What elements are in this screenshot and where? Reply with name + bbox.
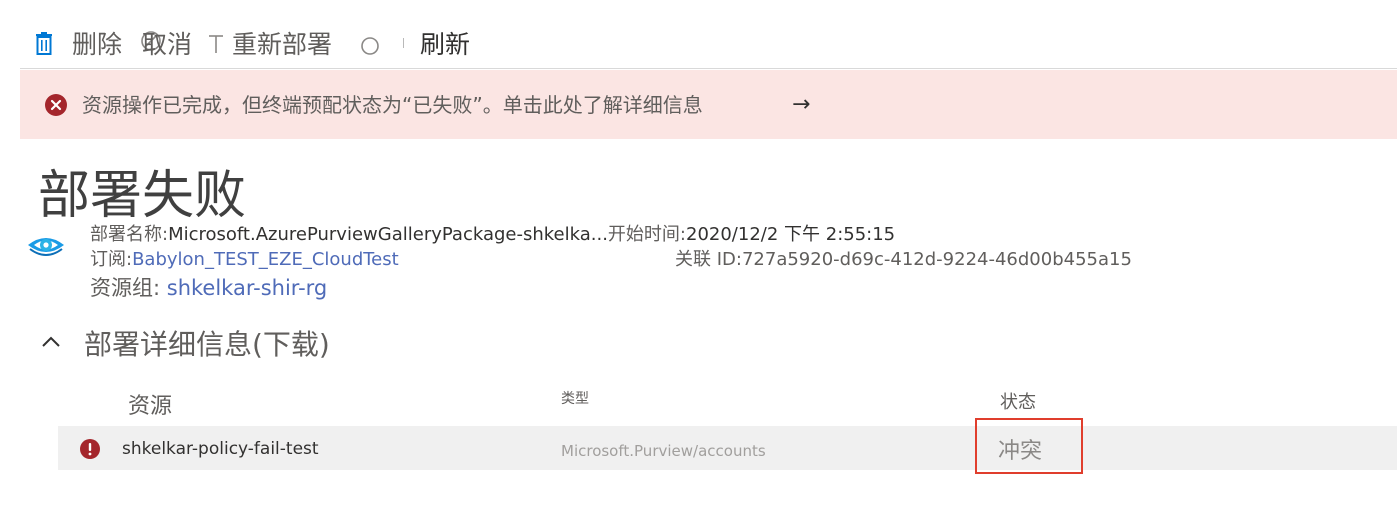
- redeploy-button[interactable]: 重新部署: [232, 28, 332, 62]
- deployment-name-label: 部署名称:: [90, 224, 169, 245]
- deployment-icon: [26, 229, 66, 261]
- start-time-label: 开始时间:: [607, 224, 686, 245]
- resource-group-link[interactable]: shkelkar-shir-rg: [167, 276, 328, 300]
- cancel-button[interactable]: 取消: [142, 28, 192, 62]
- banner-message[interactable]: 资源操作已完成，但终端预配状态为“已失败”。单击此处了解详细信息: [82, 90, 703, 120]
- column-header-status: 状态: [1000, 392, 1036, 413]
- page-title: 部署失败: [38, 166, 247, 226]
- resource-group-label: 资源组:: [90, 276, 161, 300]
- arrow-right-icon[interactable]: →: [792, 90, 810, 120]
- delete-icon[interactable]: [34, 32, 54, 56]
- correlation-id-value: 727a5920-d69c-412d-9224-46d00b455a15: [741, 249, 1132, 270]
- chevron-up-icon[interactable]: [40, 333, 62, 349]
- error-icon: [45, 94, 67, 116]
- error-badge-icon: [80, 439, 100, 459]
- deployment-name-row: 部署名称:Microsoft.AzurePurviewGalleryPackag…: [90, 223, 895, 247]
- deployment-details-header[interactable]: 部署详细信息(下载): [84, 325, 330, 365]
- deployment-name-value: Microsoft.AzurePurviewGalleryPackage-shk…: [168, 224, 608, 245]
- toolbar-divider: [20, 68, 1397, 69]
- delete-button[interactable]: 删除: [72, 28, 122, 62]
- status-highlight-box: [975, 418, 1083, 474]
- correlation-id-label: 关联 ID:: [675, 249, 742, 270]
- refresh-icon[interactable]: [360, 36, 380, 56]
- toolbar-separator: [403, 38, 404, 48]
- subscription-link[interactable]: Babylon_TEST_EZE_CloudTest: [132, 249, 399, 270]
- resource-type: Microsoft.Purview/accounts: [561, 442, 766, 460]
- correlation-id-row: 关联 ID:727a5920-d69c-412d-9224-46d00b455a…: [675, 248, 1132, 272]
- resource-group-row: 资源组: shkelkar-shir-rg: [90, 273, 327, 303]
- subscription-row: 订阅:Babylon_TEST_EZE_CloudTest: [90, 248, 399, 272]
- subscription-label: 订阅:: [90, 249, 133, 270]
- column-header-resource: 资源: [128, 394, 173, 419]
- column-header-type: 类型: [561, 391, 589, 407]
- resource-name[interactable]: shkelkar-policy-fail-test: [122, 436, 319, 462]
- refresh-button[interactable]: 刷新: [420, 28, 470, 62]
- redeploy-icon[interactable]: [208, 34, 224, 54]
- start-time-value: 2020/12/2 下午 2:55:15: [686, 224, 896, 245]
